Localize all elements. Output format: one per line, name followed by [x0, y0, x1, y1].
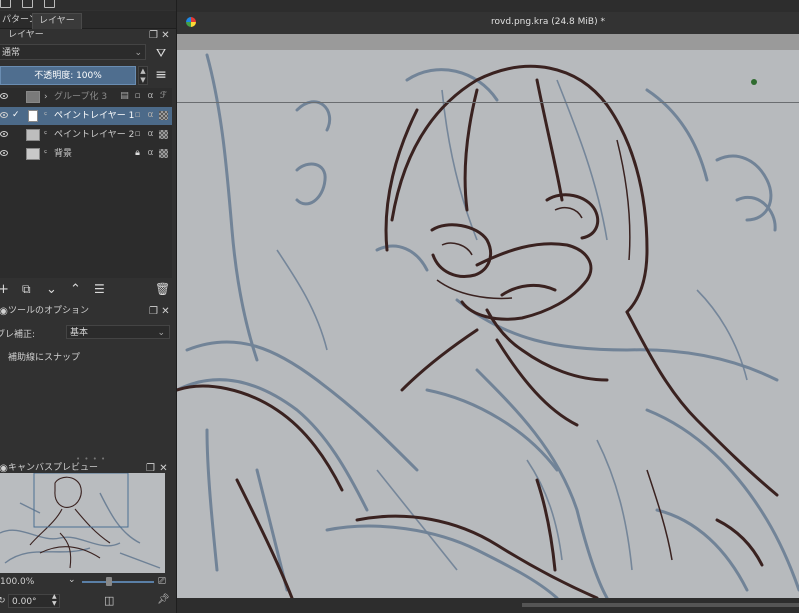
zoom-value[interactable]: 100.0% — [0, 577, 34, 587]
window-icon[interactable] — [0, 0, 11, 8]
layer-thumbnail — [28, 110, 38, 122]
canvas-area: rovd.png.kra (24.8 MiB) * — [177, 0, 799, 613]
close-icon[interactable]: ✕ — [160, 29, 171, 42]
alpha-icon[interactable]: α — [146, 92, 155, 101]
rotate-icon[interactable]: ↻ — [0, 596, 6, 606]
layers-panel-title: レイヤー — [8, 30, 44, 40]
check-icon[interactable]: ✓ — [12, 111, 21, 120]
layer-name: ペイントレイヤー 1 — [54, 111, 135, 121]
chevron-down-icon[interactable]: ⌄ — [68, 575, 76, 585]
fit-view-icon[interactable]: ⎚ — [158, 576, 166, 587]
horizontal-scrollbar[interactable] — [177, 598, 799, 613]
rotation-value: 0.00° — [12, 597, 37, 607]
scrollbar-thumb[interactable] — [522, 603, 799, 607]
eye-icon[interactable] — [0, 150, 8, 156]
chevron-down-icon: ⌄ — [157, 328, 165, 338]
window-icon[interactable] — [22, 0, 33, 8]
paint-layer-icon: ᶝ — [44, 130, 48, 140]
layer-name: ペイントレイヤー 2 — [54, 130, 135, 140]
close-icon[interactable]: ✕ — [160, 305, 171, 318]
document-title: rovd.png.kra (24.8 MiB) * — [491, 17, 605, 27]
layers-panel-titlebar: レイヤー ❐ ✕ — [0, 29, 176, 42]
drawing-canvas[interactable] — [177, 50, 799, 598]
layer-row[interactable]: › グループ化 3 ▤ ▫ α ℱ — [0, 88, 172, 106]
alpha-lock-icon[interactable] — [159, 149, 168, 158]
eye-icon[interactable] — [0, 93, 8, 99]
alpha-icon[interactable]: α — [146, 149, 155, 158]
lock-icon[interactable]: ▫ — [133, 111, 142, 120]
layer-list: › グループ化 3 ▤ ▫ α ℱ ✓ ᶝ ペイントレイヤー 1 ▫ α ᶝ ペ… — [0, 88, 172, 278]
lock-icon[interactable]: ▫ — [133, 130, 142, 139]
lock-icon[interactable]: ▫ — [133, 92, 142, 101]
layer-name: グループ化 3 — [54, 92, 108, 102]
opacity-stepper[interactable]: ▲ ▼ — [138, 66, 148, 85]
paint-layer-icon: ᶝ — [44, 149, 48, 159]
mirror-icon[interactable]: ◫ — [104, 594, 114, 607]
pin-icon[interactable]: 📌︎ — [157, 594, 170, 605]
layer-row[interactable]: ᶝ ペイントレイヤー 2 ▫ α — [0, 126, 172, 144]
blend-mode-value: 通常 — [2, 48, 21, 58]
delete-layer-icon[interactable]: 🗑︎ — [155, 282, 170, 296]
canvas-preview-thumbnail[interactable] — [0, 473, 165, 573]
chevron-down-icon: ⌄ — [134, 48, 142, 58]
lock-icon[interactable]: 🔒︎ — [133, 149, 142, 158]
zoom-slider-handle[interactable] — [106, 577, 112, 586]
duplicate-layer-icon[interactable]: ⧉ — [22, 282, 31, 297]
top-ruler — [177, 34, 799, 50]
alpha-icon[interactable]: α — [146, 130, 155, 139]
stabilizer-value: 基本 — [70, 328, 89, 338]
sketch-artwork — [177, 53, 799, 598]
eye-icon[interactable] — [0, 112, 8, 118]
document-tab[interactable]: rovd.png.kra (24.8 MiB) * — [177, 12, 799, 35]
assistant-guide-line[interactable] — [177, 102, 799, 103]
opacity-slider[interactable]: 不透明度: 100% — [0, 66, 136, 85]
alpha-icon[interactable]: α — [146, 111, 155, 120]
layer-row[interactable]: ✓ ᶝ ペイントレイヤー 1 ▫ α — [0, 107, 172, 125]
layer-thumbnail — [26, 148, 40, 160]
dock-tab-bar: パターン レイヤー — [0, 11, 176, 29]
preview-rotation-row: ↻ 0.00° ▲ ▼ ◫ 📌︎ — [0, 593, 176, 609]
snap-to-assistant-label[interactable]: 補助線にスナップ — [8, 350, 80, 363]
opacity-value: 不透明度: 100% — [34, 71, 102, 81]
zoom-slider[interactable] — [82, 581, 154, 583]
layer-toolbar: + ⧉ ⌄ ⌃ ☰ 🗑︎ — [0, 282, 176, 300]
tool-options-titlebar: ◉ ツールのオプション ❐ ✕ — [0, 305, 176, 318]
float-icon[interactable]: ❐ — [148, 305, 159, 318]
layer-name: 背景 — [54, 149, 73, 159]
alpha-lock-icon[interactable] — [159, 111, 168, 120]
hamburger-menu-icon[interactable]: ≡ — [152, 66, 170, 85]
paint-layer-icon: ᶝ — [44, 111, 48, 121]
stabilizer-label: ブレ補正: — [0, 330, 36, 340]
tool-options-title: ツールのオプション — [8, 306, 90, 316]
add-layer-icon[interactable]: + — [0, 282, 9, 297]
float-icon[interactable]: ❐ — [148, 29, 159, 42]
top-icon-strip — [0, 0, 176, 10]
filter-icon[interactable]: ⛛ — [152, 44, 170, 62]
move-up-icon[interactable]: ⌃ — [70, 282, 81, 297]
alpha-lock-icon[interactable] — [159, 130, 168, 139]
window-icon[interactable] — [44, 0, 55, 8]
move-down-icon[interactable]: ⌄ — [46, 282, 57, 297]
layer-thumbnail — [26, 129, 40, 141]
properties-icon[interactable]: ☰ — [94, 282, 105, 296]
preview-sketch — [0, 473, 161, 569]
expand-arrow-icon[interactable]: › — [44, 88, 48, 106]
cursor-marker — [751, 79, 757, 85]
layer-thumbnail — [26, 91, 40, 103]
fx-icon[interactable]: ℱ — [159, 92, 168, 101]
eye-icon[interactable] — [0, 131, 8, 137]
rotation-stepper[interactable]: ▲ ▼ — [52, 593, 57, 607]
left-dock: パターン レイヤー レイヤー ❐ ✕ 通常 ⌄ ⛛ 不透明度: 100% ▲ ▼ … — [0, 0, 177, 613]
layer-row[interactable]: ᶝ 背景 🔒︎ α — [0, 145, 172, 163]
tab-layers[interactable]: レイヤー — [32, 13, 82, 29]
inherit-icon[interactable]: ▤ — [120, 92, 129, 101]
preview-zoom-row: 100.0% ⌄ ⎚ — [0, 575, 176, 589]
stabilizer-select[interactable]: 基本 ⌄ — [66, 325, 170, 339]
blend-mode-select[interactable]: 通常 ⌄ — [0, 44, 146, 60]
